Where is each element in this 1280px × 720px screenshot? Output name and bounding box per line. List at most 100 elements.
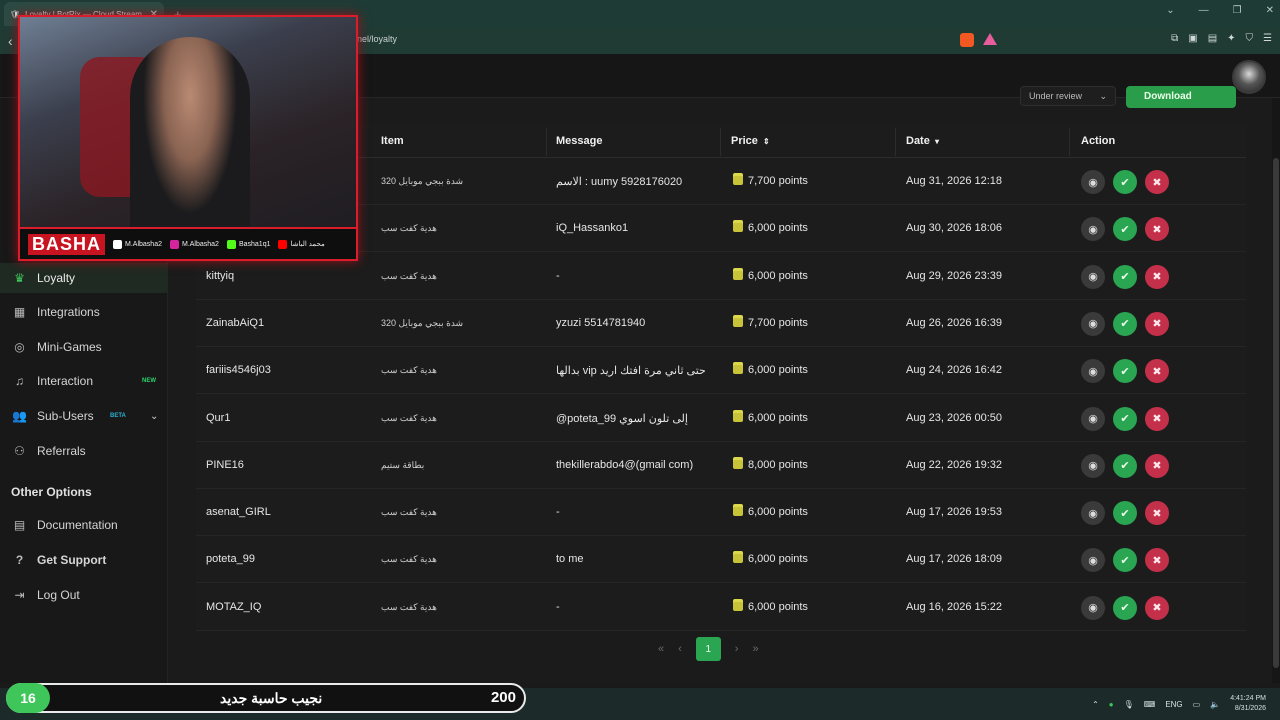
reject-button[interactable]: ✖ xyxy=(1145,170,1169,194)
sidebar-item-integrations[interactable]: ▦ Integrations xyxy=(0,297,168,327)
language-indicator[interactable]: ENG xyxy=(1165,700,1182,709)
tray-app-icon[interactable]: ● xyxy=(1109,700,1114,709)
message-cell: iQ_Hassanko1 xyxy=(556,222,629,235)
volume-icon[interactable]: 🔈 xyxy=(1210,700,1220,709)
table-row: asenat_GIRL هدية كفت سب - 6,000 points Aug 1… xyxy=(196,489,1246,537)
sidebar-item-label: Documentation xyxy=(37,518,118,532)
chevron-down-icon[interactable]: ⌄ xyxy=(1166,5,1174,16)
clock[interactable]: 4:41:24 PM 8/31/2026 xyxy=(1230,694,1266,714)
date-cell: Aug 17, 2026 18:09 xyxy=(906,553,1003,566)
approve-button[interactable]: ✔ xyxy=(1113,170,1137,194)
view-button[interactable]: ◉ xyxy=(1081,264,1105,289)
status-filter-dropdown[interactable]: Under review ⌄ xyxy=(1020,86,1116,106)
close-icon[interactable]: ✕ xyxy=(1266,5,1274,16)
message-cell: to me xyxy=(556,553,584,566)
page-scrollbar[interactable] xyxy=(1272,98,1280,683)
sidebar-item-log-out[interactable]: ⇥ Log Out xyxy=(0,580,168,610)
sidebar-item-documentation[interactable]: ▤ Documentation xyxy=(0,510,168,540)
keyboard-icon[interactable]: ⌨ xyxy=(1144,700,1156,709)
reject-button[interactable]: ✖ xyxy=(1145,501,1169,526)
sidebar-item-loyalty[interactable]: ♛ Loyalty xyxy=(0,263,168,293)
first-page-icon[interactable]: « xyxy=(658,643,664,655)
reject-button[interactable]: ✖ xyxy=(1145,595,1169,620)
help-icon: ? xyxy=(15,553,24,567)
approve-button[interactable]: ✔ xyxy=(1113,311,1137,336)
sort-icon[interactable]: ⇕ xyxy=(763,137,770,146)
approve-button[interactable]: ✔ xyxy=(1113,406,1137,431)
view-button[interactable]: ◉ xyxy=(1081,359,1105,384)
view-button[interactable]: ◉ xyxy=(1081,453,1105,478)
user-cell: PINE16 xyxy=(206,458,244,471)
view-button[interactable]: ◉ xyxy=(1081,548,1105,573)
approve-button[interactable]: ✔ xyxy=(1113,501,1137,526)
message-cell: thekillerabdo4@(gmail com) xyxy=(556,458,694,471)
reject-button[interactable]: ✖ xyxy=(1145,311,1169,336)
brave-shield-icon[interactable] xyxy=(960,33,974,47)
approve-button[interactable]: ✔ xyxy=(1113,217,1137,242)
header-price[interactable]: Price xyxy=(731,135,758,147)
page-1-button[interactable]: 1 xyxy=(695,637,721,661)
rewards-icon[interactable] xyxy=(983,33,997,45)
next-page-icon[interactable]: › xyxy=(735,643,739,655)
header-date[interactable]: Date xyxy=(906,135,930,147)
last-page-icon[interactable]: » xyxy=(752,643,758,655)
reject-button[interactable]: ✖ xyxy=(1145,453,1169,478)
coins-icon xyxy=(733,507,743,517)
sidebar-toggle-icon[interactable]: ▣ xyxy=(1188,33,1197,44)
vpn-icon[interactable]: ⛉ xyxy=(1246,33,1254,44)
youtube-handle: محمد الباشا xyxy=(278,239,325,249)
reject-button[interactable]: ✖ xyxy=(1145,548,1169,573)
microphone-icon[interactable]: 🎙 xyxy=(1124,700,1134,709)
sidebar-item-get-support[interactable]: ? Get Support xyxy=(0,545,168,575)
approve-button[interactable]: ✔ xyxy=(1113,359,1137,384)
item-cell: هدية كفت سب xyxy=(381,223,437,234)
date-cell: Aug 26, 2026 16:39 xyxy=(906,316,1003,329)
view-button[interactable]: ◉ xyxy=(1081,170,1105,194)
counter-caption: نجيب حاسبة جديد xyxy=(220,690,323,706)
view-button[interactable]: ◉ xyxy=(1081,501,1105,526)
sidebar-item-referrals[interactable]: ⚇ Referrals xyxy=(0,436,168,466)
approve-button[interactable]: ✔ xyxy=(1113,548,1137,573)
minimize-icon[interactable]: — xyxy=(1199,5,1209,16)
reject-button[interactable]: ✖ xyxy=(1145,217,1169,242)
approve-button[interactable]: ✔ xyxy=(1113,264,1137,289)
sidebar-item-interaction[interactable]: ♫ Interaction NEW xyxy=(0,366,168,396)
prev-page-icon[interactable]: ‹ xyxy=(678,643,682,655)
reject-button[interactable]: ✖ xyxy=(1145,264,1169,289)
item-cell: هدية كفت سب xyxy=(381,365,437,376)
date-cell: Aug 30, 2026 18:06 xyxy=(906,222,1003,235)
extensions-icon[interactable]: ⧉ xyxy=(1171,33,1178,44)
maximize-icon[interactable]: ❐ xyxy=(1233,5,1242,16)
table-row: ZainabAiQ1 شدة ببجي موبايل 320 yzuzi 55147… xyxy=(196,300,1246,347)
sidebar-item-mini-games[interactable]: ◎ Mini-Games xyxy=(0,332,168,362)
user-cell: asenat_GIRL xyxy=(206,506,271,519)
pagination: « ‹ 1 › » xyxy=(658,637,759,661)
view-button[interactable]: ◉ xyxy=(1081,406,1105,431)
webcam-overlay: BASHA M.Albasha2 M.Albasha2 Basha1q1 محم… xyxy=(18,15,358,261)
leo-ai-icon[interactable]: ✦ xyxy=(1227,33,1235,44)
approve-button[interactable]: ✔ xyxy=(1113,595,1137,620)
scrollbar-thumb[interactable] xyxy=(1273,158,1279,668)
gamepad-icon: ◎ xyxy=(14,340,25,354)
back-icon[interactable]: ‹ xyxy=(8,33,13,49)
wallet-icon[interactable]: ▤ xyxy=(1208,33,1217,44)
reject-button[interactable]: ✖ xyxy=(1145,406,1169,431)
tray-chevron-icon[interactable]: ⌃ xyxy=(1092,700,1099,709)
download-button[interactable]: Download xyxy=(1126,86,1236,108)
view-button[interactable]: ◉ xyxy=(1081,311,1105,336)
sidebar-item-label: Loyalty xyxy=(37,271,76,285)
item-cell: هدية كفت سب xyxy=(381,412,437,423)
approve-button[interactable]: ✔ xyxy=(1113,453,1137,478)
reject-button[interactable]: ✖ xyxy=(1145,359,1169,384)
sort-desc-icon[interactable]: ▾ xyxy=(935,137,939,146)
avatar[interactable] xyxy=(1232,60,1266,94)
sidebar-item-sub-users[interactable]: 👥 Sub-Users BETA ⌄ xyxy=(0,401,168,431)
view-button[interactable]: ◉ xyxy=(1081,595,1105,620)
url-field[interactable]: anel/loyalty xyxy=(352,34,397,44)
coins-icon xyxy=(733,412,743,422)
network-icon[interactable]: ▭ xyxy=(1193,700,1201,709)
chevron-down-icon[interactable]: ⌄ xyxy=(150,411,158,422)
menu-icon[interactable]: ☰ xyxy=(1263,33,1272,44)
view-button[interactable]: ◉ xyxy=(1081,217,1105,242)
instagram-icon xyxy=(169,239,179,249)
